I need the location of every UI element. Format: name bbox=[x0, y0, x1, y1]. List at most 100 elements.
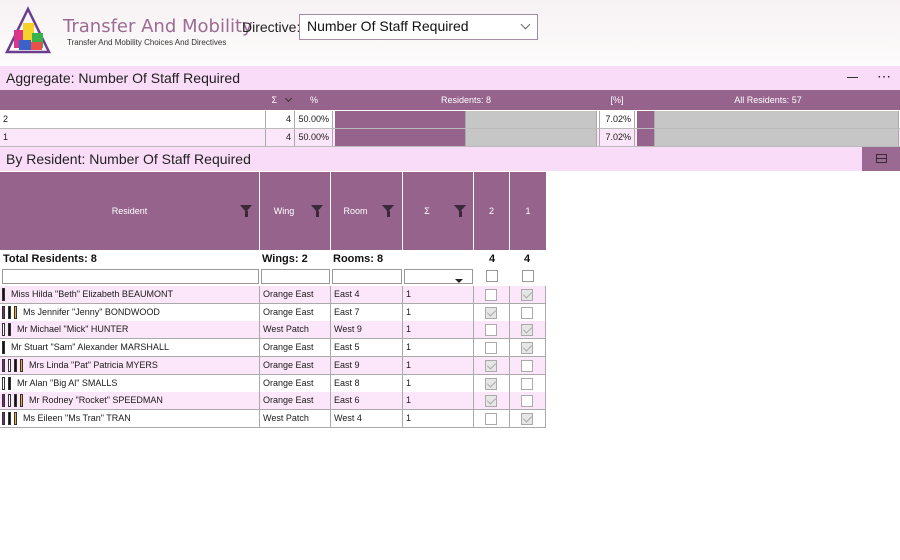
more-options-icon[interactable]: ⋯ bbox=[877, 68, 892, 85]
resident-cell: Mr Rodney "Rocket" SPEEDMAN bbox=[0, 392, 260, 410]
residents-bar-fill bbox=[335, 111, 466, 128]
room-column-header[interactable]: Room bbox=[331, 172, 403, 250]
table-row[interactable]: Ms Eileen "Ms Tran" TRAN West Patch West 4… bbox=[0, 409, 546, 428]
col-2-checkbox[interactable] bbox=[485, 412, 497, 425]
wing-cell: Orange East bbox=[260, 392, 331, 410]
resident-name: Ms Eileen "Ms Tran" TRAN bbox=[23, 412, 131, 423]
all-residents-bar-track bbox=[637, 129, 899, 146]
all-residents-bar-fill bbox=[637, 129, 656, 146]
aggregate-row[interactable]: 1 4 50.00% 7.02% bbox=[0, 129, 900, 147]
aggregate-all-residents-header[interactable]: All Residents: 57 bbox=[636, 90, 900, 110]
resident-tag bbox=[2, 376, 5, 390]
col-1-checkbox[interactable] bbox=[521, 359, 533, 372]
wing-cell: Orange East bbox=[260, 286, 331, 303]
sum-cell: 1 bbox=[403, 374, 474, 392]
aggregate-pct: 50.00% bbox=[295, 111, 333, 128]
aggregate-all-bar-cell bbox=[635, 129, 900, 146]
sum-header-label: Σ bbox=[424, 206, 430, 216]
resident-tag bbox=[2, 323, 5, 337]
sum-filter-dropdown[interactable] bbox=[404, 269, 473, 284]
col-2-checkbox[interactable] bbox=[485, 342, 497, 355]
col-1-checkbox[interactable] bbox=[521, 289, 533, 301]
col-1-filter-checkbox[interactable] bbox=[522, 270, 534, 282]
total-wings: Wings: 2 bbox=[262, 253, 308, 265]
resident-name: Mrs Linda "Pat" Patricia MYERS bbox=[29, 359, 158, 370]
table-row[interactable]: Ms Jennifer "Jenny" BONDWOOD Orange East E… bbox=[0, 303, 546, 322]
col-1-header-label: 1 bbox=[525, 206, 531, 216]
aggregate-count: 4 bbox=[266, 111, 295, 128]
layout-toggle-button[interactable] bbox=[862, 147, 900, 171]
table-row[interactable]: Mr Stuart "Sam" Alexander MARSHALL Orange… bbox=[0, 339, 546, 358]
room-header-label: Room bbox=[343, 206, 368, 216]
resident-cell: Ms Eileen "Ms Tran" TRAN bbox=[0, 409, 260, 427]
minimize-icon[interactable] bbox=[847, 77, 858, 78]
resident-tag bbox=[20, 394, 23, 408]
aggregate-row[interactable]: 2 4 50.00% 7.02% bbox=[0, 111, 900, 129]
filter-icon[interactable] bbox=[311, 205, 323, 217]
wing-cell: Orange East bbox=[260, 374, 331, 392]
residents-bar-track bbox=[335, 111, 597, 128]
resident-cell: Mr Alan "Big Al" SMALLS bbox=[0, 374, 260, 392]
directive-label: Directive: bbox=[242, 19, 301, 35]
room-cell: East 4 bbox=[331, 286, 403, 303]
caret-down-icon bbox=[455, 279, 463, 283]
resident-tag bbox=[2, 411, 5, 425]
wing-cell: Orange East bbox=[260, 356, 331, 374]
col-2-checkbox[interactable] bbox=[485, 324, 497, 337]
aggregate-all-pct: 7.02% bbox=[600, 111, 635, 128]
wing-filter-input[interactable] bbox=[261, 269, 330, 284]
resident-tag bbox=[2, 394, 5, 408]
aggregate-residents-header[interactable]: Residents: 8 bbox=[334, 90, 598, 110]
aggregate-title: Aggregate: Number Of Staff Required bbox=[6, 70, 240, 86]
table-row[interactable]: Mr Michael "Mick" HUNTER West Patch West 9… bbox=[0, 321, 546, 340]
col-2-checkbox[interactable] bbox=[485, 289, 497, 301]
sort-desc-icon bbox=[284, 94, 292, 103]
sum-cell: 1 bbox=[403, 321, 474, 339]
aggregate-bracket-pct-header[interactable]: [%] bbox=[600, 90, 634, 110]
wing-cell: West Patch bbox=[260, 409, 331, 427]
wing-column-header[interactable]: Wing bbox=[260, 172, 331, 250]
filter-icon[interactable] bbox=[240, 205, 252, 217]
resident-cell: Ms Jennifer "Jenny" BONDWOOD bbox=[0, 303, 260, 321]
table-row[interactable]: Miss Hilda "Beth" Elizabeth BEAUMONT Oran… bbox=[0, 286, 546, 304]
app-logo-icon bbox=[4, 6, 52, 54]
col-2-checkbox[interactable] bbox=[485, 306, 497, 319]
col-2-checkbox[interactable] bbox=[485, 359, 497, 372]
resident-tag bbox=[20, 358, 23, 372]
col-2-header[interactable]: 2 bbox=[474, 172, 510, 250]
col-2-filter-checkbox[interactable] bbox=[486, 270, 498, 282]
directive-dropdown[interactable]: Number Of Staff Required bbox=[299, 14, 538, 40]
sum-column-header[interactable]: Σ bbox=[403, 172, 474, 250]
aggregate-pct: 50.00% bbox=[295, 129, 333, 146]
table-row[interactable]: Mrs Linda "Pat" Patricia MYERS Orange Eas… bbox=[0, 356, 546, 375]
resident-tag bbox=[8, 323, 11, 337]
col-1-checkbox[interactable] bbox=[521, 412, 533, 425]
filter-icon[interactable] bbox=[454, 205, 466, 217]
col-2-checkbox[interactable] bbox=[485, 395, 497, 408]
total-residents: Total Residents: 8 bbox=[3, 253, 97, 265]
col-1-checkbox[interactable] bbox=[521, 306, 533, 319]
resident-tag bbox=[14, 358, 17, 372]
aggregate-pct-header[interactable]: % bbox=[298, 90, 330, 110]
col-2-checkbox[interactable] bbox=[485, 377, 497, 390]
app-subtitle: Transfer And Mobility Choices And Direct… bbox=[67, 38, 227, 47]
room-cell: East 7 bbox=[331, 303, 403, 321]
app-header: Transfer And Mobility Transfer And Mobil… bbox=[0, 0, 900, 64]
col-1-checkbox[interactable] bbox=[521, 324, 533, 337]
table-row[interactable]: Mr Alan "Big Al" SMALLS Orange East East 8… bbox=[0, 374, 546, 393]
col-1-checkbox[interactable] bbox=[521, 395, 533, 408]
col-1-checkbox[interactable] bbox=[521, 342, 533, 355]
aggregate-count: 4 bbox=[266, 129, 295, 146]
filter-icon[interactable] bbox=[382, 205, 394, 217]
aggregate-sum-header[interactable]: Σ bbox=[266, 90, 296, 110]
col-1-cell bbox=[510, 356, 546, 374]
col-1-header[interactable]: 1 bbox=[510, 172, 546, 250]
col-1-checkbox[interactable] bbox=[521, 377, 533, 390]
aggregate-section-header: Aggregate: Number Of Staff Required ⋯ bbox=[0, 66, 900, 90]
room-filter-input[interactable] bbox=[332, 269, 402, 284]
table-row[interactable]: Mr Rodney "Rocket" SPEEDMAN Orange East Ea… bbox=[0, 392, 546, 411]
resident-column-header[interactable]: Resident bbox=[0, 172, 260, 250]
room-cell: East 8 bbox=[331, 374, 403, 392]
resident-filter-input[interactable] bbox=[2, 269, 259, 284]
panel-icon bbox=[876, 154, 887, 163]
